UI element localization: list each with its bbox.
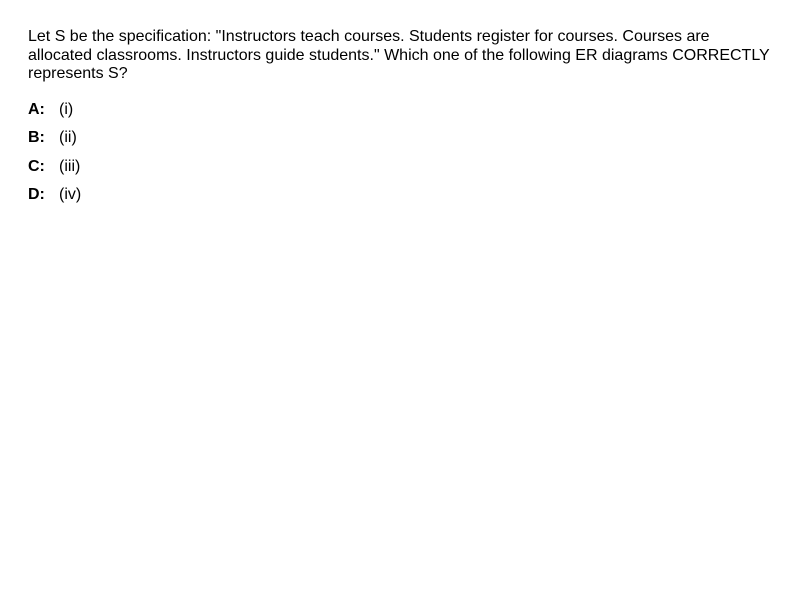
option-letter: D: (28, 186, 45, 203)
option-text: (iii) (59, 157, 81, 175)
answer-options-list: A: (i) B: (ii) C: (iii) D: (iv) (28, 100, 778, 206)
answer-option-b[interactable]: B: (ii) (28, 128, 778, 148)
option-letter: C: (28, 157, 45, 175)
question-text: Let S be the specification: "Instructors… (28, 28, 770, 82)
option-letter: B: (28, 129, 45, 146)
answer-option-d[interactable]: D: (iv) (28, 185, 778, 205)
answer-option-c[interactable]: C: (iii) (28, 157, 778, 177)
option-text: (ii) (59, 129, 77, 146)
option-text: (iv) (59, 186, 82, 203)
option-text: (i) (59, 100, 74, 118)
option-letter: A: (28, 100, 45, 118)
answer-option-a[interactable]: A: (i) (28, 100, 778, 120)
question-page: Let S be the specification: "Instructors… (28, 28, 778, 214)
